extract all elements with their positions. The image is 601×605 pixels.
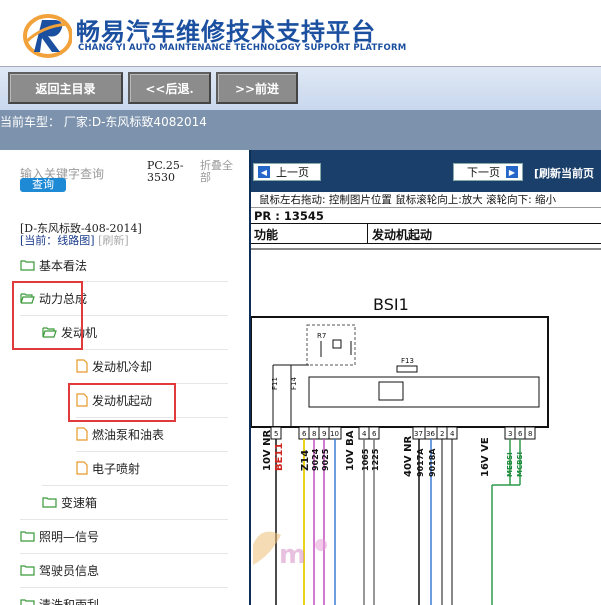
tree-item-label: 变速箱	[61, 495, 98, 510]
tree-item-wash-wipe[interactable]: 清洗和雨刮	[20, 593, 99, 605]
pin-10: 2	[440, 430, 444, 438]
model-info: [D-东风标致-408-2014] [当前：线路图] [刷新]	[20, 223, 142, 247]
function-value: 发动机起动	[372, 228, 433, 242]
svg-text:m: m	[279, 540, 306, 570]
pin-5: 10	[330, 430, 339, 438]
page-nav-bar: ◀ 上一页 下一页 ▶ [刷新当前页	[251, 150, 601, 192]
tree-item-basic-view[interactable]: 基本看法	[20, 254, 87, 276]
tree-item-driver-info[interactable]: 驾驶员信息	[20, 559, 99, 581]
pin-12: 3	[508, 430, 512, 438]
pin-4: 9	[322, 430, 326, 438]
home-button[interactable]: 返回主目录	[8, 72, 123, 104]
file-icon	[76, 359, 88, 373]
wiring-diagram[interactable]: BSI1 R7 F13 F14 F11 5 6 8 9 10 4 6 37 36…	[251, 245, 601, 605]
pr-number: PR : 13545	[251, 208, 601, 224]
pin-7: 6	[372, 430, 377, 438]
tree-item-gearbox[interactable]: 变速箱	[42, 491, 97, 513]
refresh-page-link[interactable]: [刷新当前页	[534, 165, 594, 181]
tree-item-lighting-signal[interactable]: 照明—信号	[20, 525, 99, 547]
pc-code-label: PC.25-3530	[147, 159, 184, 184]
pin-8: 37	[414, 430, 423, 438]
toolbar: 返回主目录 <<后退. >>前进	[0, 66, 601, 110]
pin-6: 4	[362, 430, 367, 438]
folder-icon	[20, 598, 35, 605]
stylized-r-swoosh-logo	[23, 14, 72, 58]
tree-item-label: 清洗和雨刮	[39, 597, 100, 605]
tree-item-fuel-pump[interactable]: 燃油泵和油表	[76, 423, 164, 445]
prev-page-button[interactable]: ◀ 上一页	[253, 163, 321, 181]
diagram-panel: ◀ 上一页 下一页 ▶ [刷新当前页 鼠标左右拖动: 控制图片位置 鼠标滚轮向上…	[249, 150, 601, 605]
folder-icon	[20, 564, 35, 576]
wire-label: MCBSI	[516, 452, 524, 477]
highlight-box-engine-start	[68, 383, 176, 422]
wire-label: 1225	[371, 448, 380, 471]
collapse-all-link[interactable]: 折叠全部	[200, 160, 240, 184]
file-icon	[76, 427, 88, 441]
wire-label: 9024	[311, 448, 320, 471]
module-label: BSI1	[373, 295, 409, 314]
function-header: 功能	[254, 228, 279, 242]
pin-1: 5	[274, 430, 278, 438]
pin-11: 4	[450, 430, 455, 438]
relay-label: R7	[317, 332, 326, 340]
refresh-link[interactable]: [刷新]	[98, 234, 129, 247]
current-model-text: 当前车型： 厂家:D-东风标致4082014	[0, 115, 207, 129]
wire-label: 9025	[321, 448, 330, 471]
arrow-left-icon: ◀	[258, 166, 270, 178]
current-prefix: [当前：	[20, 234, 58, 247]
wire-label: 10V NR	[262, 429, 273, 471]
arrow-right-icon: ▶	[506, 166, 518, 178]
folder-icon	[42, 496, 57, 508]
wire-label: 9018A	[428, 448, 437, 477]
usage-hint: 鼠标左右拖动: 控制图片位置 鼠标滚轮向上:放大 滚轮向下: 缩小	[251, 192, 601, 208]
pin-3: 8	[312, 430, 316, 438]
wire-label: 16V VE	[480, 437, 491, 477]
tree-item-label: 燃油泵和油表	[92, 427, 165, 442]
tree-item-engine-cooling[interactable]: 发动机冷却	[76, 355, 152, 377]
pin-13: 6	[518, 430, 523, 438]
fuse-f13-label: F13	[401, 357, 414, 365]
function-row: 功能 发动机起动	[251, 224, 601, 244]
fuse-f11-label: F11	[271, 377, 279, 390]
tree-item-label: 电子喷射	[92, 461, 141, 476]
folder-icon	[20, 530, 35, 542]
file-icon	[76, 461, 88, 475]
pin-14: 8	[528, 430, 532, 438]
tree-item-label: 发动机冷却	[92, 359, 153, 374]
tree-panel: 输入关键字查询 查询 PC.25-3530 折叠全部 [D-东风标致-408-2…	[0, 150, 249, 605]
wire-label: 10V BA	[345, 430, 356, 471]
highlight-box-powertrain	[12, 281, 83, 350]
folder-icon	[20, 259, 35, 271]
tree-item-fuel-injection[interactable]: 电子喷射	[76, 457, 140, 479]
wire-label: BE11	[274, 443, 285, 471]
next-page-button[interactable]: 下一页 ▶	[453, 163, 523, 181]
tree-item-label: 驾驶员信息	[39, 563, 100, 578]
query-button[interactable]: 查询	[20, 178, 66, 192]
tree-item-label: 基本看法	[39, 258, 88, 273]
pin-2: 6	[302, 430, 307, 438]
app-root: 畅易汽车维修技术支持平台 CHANG YI AUTO MAINTENANCE T…	[0, 0, 601, 605]
wire-label: Z14	[300, 450, 311, 471]
wire-label: 1065	[361, 448, 370, 471]
app-title: 畅易汽车维修技术支持平台	[76, 18, 376, 46]
wire-label: MEBSI	[506, 452, 514, 477]
tree-item-label: 照明—信号	[39, 529, 100, 544]
app-subtitle: CHANG YI AUTO MAINTENANCE TECHNOLOGY SUP…	[78, 43, 407, 53]
current-model-bar: 当前车型： 厂家:D-东风标致4082014	[0, 110, 601, 150]
wire-label: 40V NR	[403, 435, 414, 477]
pin-9: 36	[426, 430, 435, 438]
wire-label: 9017A	[416, 448, 425, 477]
forward-button[interactable]: >>前进	[216, 72, 298, 104]
app-header: 畅易汽车维修技术支持平台 CHANG YI AUTO MAINTENANCE T…	[0, 0, 601, 66]
back-button[interactable]: <<后退.	[128, 72, 211, 104]
current-view-link[interactable]: 线路图]	[57, 234, 94, 247]
